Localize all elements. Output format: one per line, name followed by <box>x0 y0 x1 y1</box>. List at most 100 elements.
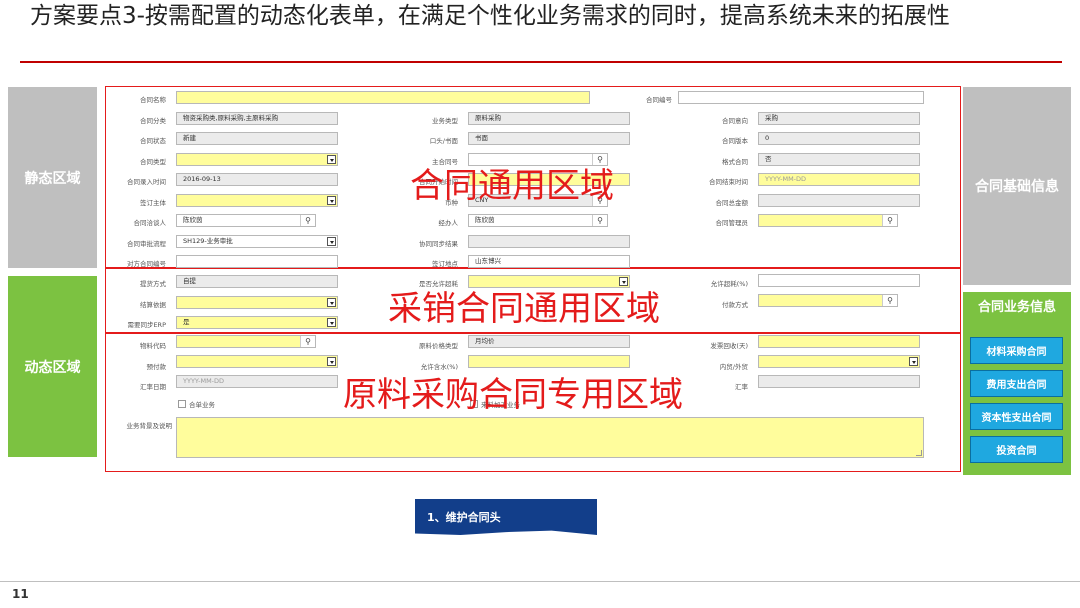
resize-handle-icon[interactable] <box>916 450 922 456</box>
dynamic-area-label: 动态区域 <box>8 276 97 457</box>
static-area-label: 静态区域 <box>8 87 97 268</box>
signing-entity-label: 签订主体 <box>140 199 166 207</box>
contract-direction-label: 合同意向 <box>722 117 748 125</box>
contract-direction-field: 采购 <box>758 112 920 125</box>
chevron-down-icon[interactable] <box>327 298 336 307</box>
end-time-label: 合同结束时间 <box>709 178 748 186</box>
material-code-input[interactable]: ⚲ <box>176 335 316 348</box>
investment-contract-button[interactable]: 投资合同 <box>970 436 1063 463</box>
exchange-date-label: 汇率日期 <box>140 383 166 391</box>
prepayment-label: 预付款 <box>146 363 167 371</box>
contract-status-field: 新建 <box>176 132 338 145</box>
business-background-label: 业务背景及说明 <box>126 422 173 430</box>
allowed-overdraft-pct-label: 允许超耗(%) <box>710 280 748 288</box>
chevron-down-icon[interactable] <box>327 196 336 205</box>
contract-basic-info-label: 合同基础信息 <box>963 87 1071 285</box>
contract-type-select[interactable] <box>176 153 338 166</box>
chevron-down-icon[interactable] <box>327 237 336 246</box>
format-contract-label: 格式合同 <box>722 158 748 166</box>
expense-contract-button[interactable]: 费用支出合同 <box>970 370 1063 397</box>
search-icon[interactable]: ⚲ <box>300 215 315 226</box>
signing-entity-select[interactable] <box>176 194 338 207</box>
contract-no-input[interactable] <box>678 91 924 104</box>
contract-type-label: 合同类型 <box>140 158 166 166</box>
search-icon[interactable]: ⚲ <box>882 295 897 306</box>
contract-business-info-label: 合同业务信息 <box>977 300 1056 315</box>
negotiator-label: 合同洽谈人 <box>133 219 167 227</box>
need-sync-erp-select[interactable]: 是 <box>176 316 338 329</box>
approval-flow-value: SH129-业务审批 <box>183 237 233 245</box>
capex-contract-button[interactable]: 资本性支出合同 <box>970 403 1063 430</box>
negotiator-value: 陈欣茵 <box>183 216 203 224</box>
negotiator-input[interactable]: 陈欣茵 ⚲ <box>176 214 316 227</box>
need-sync-erp-value: 是 <box>183 318 190 326</box>
end-time-input[interactable]: YYYY-MM-DD <box>758 173 920 186</box>
contract-category-label: 合同分类 <box>140 117 166 125</box>
exchange-rate-label: 汇率 <box>735 383 748 391</box>
chevron-down-icon[interactable] <box>327 357 336 366</box>
oral-written-field: 书面 <box>468 132 630 145</box>
signing-place-label: 签订地点 <box>432 260 458 268</box>
chevron-down-icon[interactable] <box>909 357 918 366</box>
invoice-collection-label: 发票回收(天) <box>710 342 748 350</box>
handler-value: 陈欣茵 <box>475 216 495 224</box>
footer-divider <box>0 581 1080 582</box>
approval-flow-label: 合同审批流程 <box>127 240 166 248</box>
entry-time-label: 合同录入时间 <box>127 178 166 186</box>
total-amount-field <box>758 194 920 207</box>
contract-status-label: 合同状态 <box>140 137 166 145</box>
material-code-label: 物料代码 <box>140 342 166 350</box>
contract-name-label: 合同名称 <box>140 96 166 104</box>
signing-place-input[interactable]: 山东博兴 <box>468 255 630 268</box>
manager-label: 合同管理员 <box>715 219 749 227</box>
contract-category-field: 物资采购类,原料采购,主原料采购 <box>176 112 338 125</box>
oral-written-label: 口头/书面 <box>429 137 458 145</box>
sync-result-field <box>468 235 630 248</box>
payment-method-label: 付款方式 <box>722 301 748 309</box>
combined-business-label: 合单业务 <box>189 401 215 409</box>
entry-time-field: 2016-09-13 <box>176 173 338 186</box>
general-region-label: 合同通用区域 <box>410 166 614 206</box>
approval-flow-select[interactable]: SH129-业务审批 <box>176 235 338 248</box>
exchange-rate-field <box>758 375 920 388</box>
domestic-foreign-label: 内贸/外贸 <box>719 363 748 371</box>
handler-input[interactable]: 陈欣茵 ⚲ <box>468 214 608 227</box>
price-type-label: 原料价格类型 <box>419 342 458 350</box>
total-amount-label: 合同总金额 <box>715 199 749 207</box>
raw-material-region-label: 原料采购合同专用区域 <box>343 375 683 415</box>
settlement-basis-label: 结算依据 <box>140 301 166 309</box>
chevron-down-icon[interactable] <box>327 318 336 327</box>
page-number: 11 <box>12 587 29 601</box>
domestic-foreign-select[interactable] <box>758 355 920 368</box>
counterparty-no-input[interactable] <box>176 255 338 268</box>
purchase-sale-region-label: 采销合同通用区域 <box>388 289 660 329</box>
contract-no-label: 合同编号 <box>646 96 672 104</box>
exchange-date-field: YYYY-MM-DD <box>176 375 338 388</box>
search-icon[interactable]: ⚲ <box>300 336 315 347</box>
counterparty-no-label: 对方合同编号 <box>127 260 166 268</box>
combined-business-checkbox[interactable] <box>178 400 186 408</box>
format-contract-field: 否 <box>758 153 920 166</box>
business-type-field: 原料采购 <box>468 112 630 125</box>
invoice-collection-input[interactable] <box>758 335 920 348</box>
contract-version-label: 合同版本 <box>722 137 748 145</box>
flow-step-maintain-header: 1、维护合同头 <box>415 499 597 535</box>
handler-label: 经办人 <box>438 219 459 227</box>
settlement-basis-select[interactable] <box>176 296 338 309</box>
delivery-method-field: 自提 <box>176 275 338 288</box>
chevron-down-icon[interactable] <box>327 155 336 164</box>
search-icon[interactable]: ⚲ <box>592 215 607 226</box>
manager-input[interactable]: ⚲ <box>758 214 898 227</box>
title-divider <box>20 61 1062 63</box>
business-background-textarea[interactable] <box>176 417 924 458</box>
payment-method-input[interactable]: ⚲ <box>758 294 898 307</box>
contract-name-input[interactable] <box>176 91 590 104</box>
search-icon[interactable]: ⚲ <box>882 215 897 226</box>
delivery-method-label: 提货方式 <box>140 280 166 288</box>
slide-title: 方案要点3-按需配置的动态化表单，在满足个性化业务需求的同时，提高系统未来的拓展… <box>30 3 950 29</box>
allowed-overdraft-pct-input[interactable] <box>758 274 920 287</box>
prepayment-select[interactable] <box>176 355 338 368</box>
contract-version-field: 0 <box>758 132 920 145</box>
need-sync-erp-label: 需要同步ERP <box>127 321 166 329</box>
material-purchase-contract-button[interactable]: 材料采购合同 <box>970 337 1063 364</box>
